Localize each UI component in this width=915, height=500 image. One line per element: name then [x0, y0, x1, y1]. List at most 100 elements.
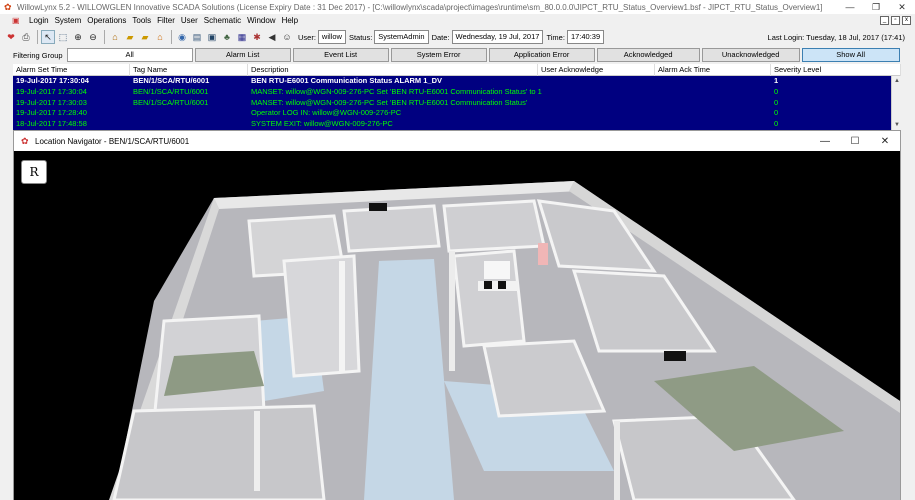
wall: [254, 411, 260, 491]
cell-time: 19-Jul-2017 17:30:04: [16, 76, 89, 85]
login-icon[interactable]: ❤: [4, 30, 18, 44]
navigator-maximize-button[interactable]: ☐: [840, 131, 870, 151]
tree-icon[interactable]: ♣: [220, 30, 234, 44]
cell-severity: 0: [774, 119, 779, 129]
date-field: Wednesday, 19 Jul, 2017: [451, 30, 544, 44]
cell-time: 19-Jul-2017 17:28:40: [16, 108, 87, 118]
mdi-minimize-button[interactable]: _: [880, 16, 889, 25]
menu-login[interactable]: Login: [26, 14, 52, 27]
filter-bar: Filtering Group All Alarm List Event Lis…: [0, 47, 915, 63]
toolbar-separator: [104, 30, 105, 44]
grid-icon[interactable]: ▦: [235, 30, 249, 44]
column-alarm-set-time[interactable]: Alarm Set Time: [13, 64, 130, 76]
filter-acknowledged-button[interactable]: Acknowledged: [596, 48, 700, 62]
app-title: WillowLynx 5.2 - WILLOWGLEN Innovative S…: [17, 2, 823, 12]
toolbar: ❤ ⎙ ↖ ⬚ ⊕ ⊖ ⌂ ▰ ▰ ⌂ ◉ ▤ ▣ ♣ ▦ ✱ ◀ ☺ User…: [0, 28, 915, 46]
menu-operations[interactable]: Operations: [84, 14, 129, 27]
table-row[interactable]: 19-Jul-2017 17:28:40 Operator LOG IN: wi…: [13, 108, 891, 119]
scroll-down-icon[interactable]: ▼: [892, 120, 902, 130]
time-field: 17:40:39: [566, 30, 605, 44]
building-icon[interactable]: ⌂: [153, 30, 167, 44]
column-severity-level[interactable]: Severity Level: [771, 64, 901, 76]
floor-plan-render: [109, 181, 900, 500]
menu-schematic[interactable]: Schematic: [201, 14, 244, 27]
folder-back-icon[interactable]: ▰: [123, 30, 137, 44]
room: [112, 404, 326, 500]
3d-floor-plan-view[interactable]: R: [14, 151, 900, 500]
time-label: Time:: [546, 32, 565, 42]
close-button[interactable]: ✕: [889, 0, 915, 14]
table-row[interactable]: 18-Jul-2017 17:48:58 SYSTEM EXIT: willow…: [13, 119, 891, 130]
app-logo-icon: ✿: [4, 2, 12, 12]
zoom-in-icon[interactable]: ⊕: [71, 30, 85, 44]
speaker-icon[interactable]: ◀: [265, 30, 279, 44]
last-login-text: Last Login: Tuesday, 18 Jul, 2017 (17:41…: [767, 32, 905, 42]
cell-severity: 0: [774, 86, 779, 96]
user-icon[interactable]: ☺: [280, 30, 294, 44]
column-user-acknowledge[interactable]: User Acknowledge: [538, 64, 655, 76]
mdi-close-button[interactable]: x: [902, 16, 911, 25]
cell-description: SYSTEM EXIT: willow@WGN-009-276-PC: [251, 119, 393, 129]
room: [442, 199, 546, 253]
menu-window[interactable]: Window: [244, 14, 278, 27]
navigator-app-icon: ✿: [21, 136, 29, 146]
scroll-up-icon[interactable]: ▲: [892, 76, 902, 86]
pointer-icon[interactable]: ↖: [41, 30, 55, 44]
column-tag-name[interactable]: Tag Name: [130, 64, 248, 76]
filter-show-all-button[interactable]: Show All: [801, 48, 900, 62]
status-field: SystemAdmin: [374, 30, 429, 44]
menu-system[interactable]: System: [52, 14, 85, 27]
select-area-icon[interactable]: ⬚: [56, 30, 70, 44]
alarm-table-scrollbar[interactable]: ▲ ▼: [891, 76, 901, 130]
filter-application-error-button[interactable]: Application Error: [488, 48, 595, 62]
table-row[interactable]: 19-Jul-2017 17:30:03 BEN/1/SCA/RTU/6001 …: [13, 98, 891, 109]
menu-filter[interactable]: Filter: [154, 14, 178, 27]
cell-tag: BEN/1/SCA/RTU/6001: [133, 76, 210, 85]
menu-help[interactable]: Help: [279, 14, 301, 27]
restore-button[interactable]: ❐: [863, 0, 889, 14]
zoom-out-icon[interactable]: ⊖: [86, 30, 100, 44]
cell-description: Operator LOG IN: willow@WGN-009-276-PC: [251, 108, 402, 118]
filter-event-list-button[interactable]: Event List: [292, 48, 389, 62]
app-title-bar: ✿ WillowLynx 5.2 - WILLOWGLEN Innovative…: [0, 0, 915, 14]
cell-tag: BEN/1/SCA/RTU/6001: [133, 97, 209, 107]
wall: [614, 421, 620, 500]
puzzle-icon[interactable]: ✱: [250, 30, 264, 44]
table-row[interactable]: 19-Jul-2017 17:30:04 BEN/1/SCA/RTU/6001 …: [13, 76, 891, 87]
mdi-restore-button[interactable]: ▫: [891, 16, 900, 25]
cell-description: MANSET: willow@WGN-009-276-PC Set 'BEN R…: [251, 97, 528, 107]
opening: [369, 203, 387, 211]
opening: [664, 351, 686, 361]
date-label: Date:: [431, 32, 450, 42]
filter-system-error-button[interactable]: System Error: [390, 48, 487, 62]
report-icon[interactable]: ▤: [190, 30, 204, 44]
network-icon[interactable]: ◉: [175, 30, 189, 44]
alarm-table: Alarm Set Time Tag Name Description User…: [13, 64, 901, 130]
filter-all-button[interactable]: All: [66, 48, 193, 62]
monitor-icon[interactable]: ▣: [205, 30, 219, 44]
filter-unacknowledged-button[interactable]: Unacknowledged: [701, 48, 800, 62]
print-icon[interactable]: ⎙: [19, 30, 33, 44]
filter-alarm-list-button[interactable]: Alarm List: [194, 48, 291, 62]
column-description[interactable]: Description: [248, 64, 538, 76]
cell-severity: 1: [774, 76, 779, 85]
folder-forward-icon[interactable]: ▰: [138, 30, 152, 44]
status-label: Status:: [348, 32, 373, 42]
table-row[interactable]: 19-Jul-2017 17:30:04 BEN/1/SCA/RTU/6001 …: [13, 87, 891, 98]
cell-severity: 0: [774, 108, 779, 118]
furniture: [484, 281, 492, 289]
mdi-controls: _ ▫ x: [880, 16, 911, 25]
menu-tools[interactable]: Tools: [129, 14, 154, 27]
filtering-group-label: Filtering Group: [13, 50, 63, 60]
location-navigator-window: ✿ Location Navigator - BEN/1/SCA/RTU/600…: [13, 130, 901, 500]
toolbar-separator: [171, 30, 172, 44]
navigator-close-button[interactable]: ✕: [870, 131, 900, 151]
cell-time: 18-Jul-2017 17:48:58: [16, 119, 87, 129]
document-icon[interactable]: ▣: [12, 16, 22, 26]
reset-view-button[interactable]: R: [21, 160, 47, 184]
minimize-button[interactable]: —: [837, 0, 863, 14]
navigator-minimize-button[interactable]: —: [810, 131, 840, 151]
menu-user[interactable]: User: [178, 14, 201, 27]
column-alarm-ack-time[interactable]: Alarm Ack Time: [655, 64, 771, 76]
home-icon[interactable]: ⌂: [108, 30, 122, 44]
